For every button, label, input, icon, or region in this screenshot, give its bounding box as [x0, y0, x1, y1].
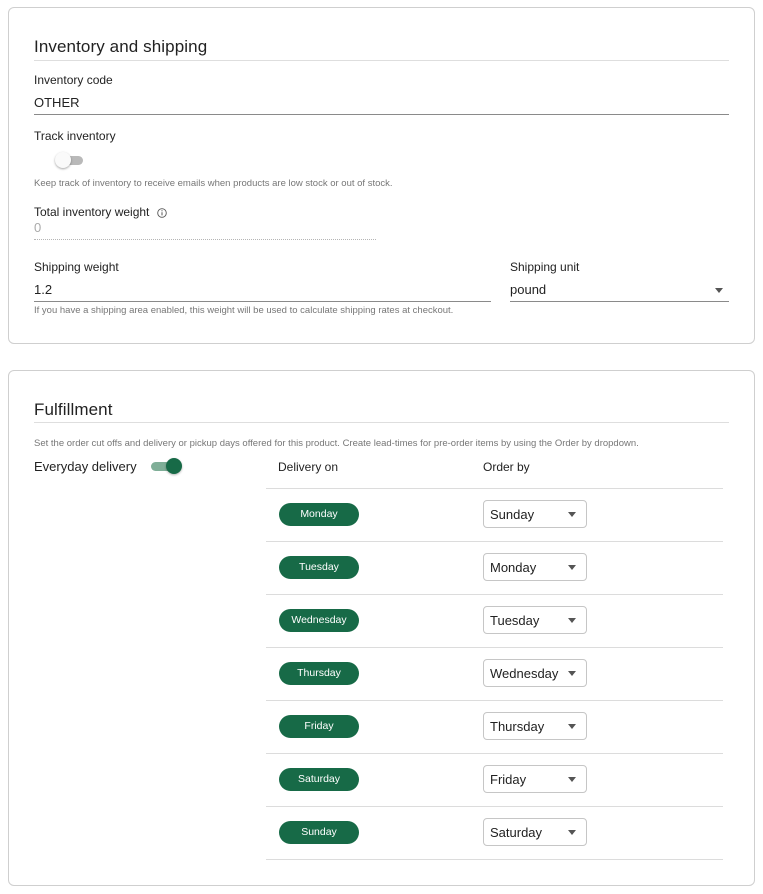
chevron-down-icon	[568, 512, 576, 517]
title-divider	[34, 60, 729, 61]
inventory-code-value: OTHER	[34, 95, 80, 110]
order-by-value: Monday	[490, 560, 537, 575]
shipping-unit-select[interactable]: pound	[510, 279, 729, 303]
order-by-select[interactable]: Saturday	[483, 818, 587, 846]
delivery-day-pill[interactable]: Saturday	[279, 768, 359, 791]
everyday-delivery-toggle[interactable]	[151, 458, 183, 474]
track-inventory-helper: Keep track of inventory to receive email…	[34, 178, 393, 189]
row-divider	[266, 541, 723, 542]
order-by-value: Tuesday	[490, 613, 540, 628]
readonly-underline	[34, 239, 376, 240]
delivery-day-pill[interactable]: Sunday	[279, 821, 359, 844]
shipping-weight-helper: If you have a shipping area enabled, thi…	[34, 305, 454, 316]
chevron-down-icon	[568, 777, 576, 782]
chevron-down-icon	[715, 288, 723, 293]
toggle-knob	[166, 458, 182, 474]
order-by-select[interactable]: Sunday	[483, 500, 587, 528]
shipping-unit-value: pound	[510, 282, 547, 297]
delivery-day-pill[interactable]: Wednesday	[279, 609, 359, 632]
shipping-unit-label: Shipping unit	[510, 260, 580, 274]
total-weight-value: 0	[34, 220, 42, 235]
card-title: Inventory and shipping	[34, 37, 208, 56]
delivery-on-header: Delivery on	[278, 460, 339, 474]
row-divider	[266, 647, 723, 648]
shipping-weight-value: 1.2	[34, 282, 53, 297]
chevron-down-icon	[568, 565, 576, 570]
delivery-day-pill[interactable]: Friday	[279, 715, 359, 738]
order-by-value: Wednesday	[490, 666, 559, 681]
inventory-code-field[interactable]: OTHER	[34, 92, 729, 116]
inventory-code-label: Inventory code	[34, 73, 113, 87]
row-divider	[266, 594, 723, 595]
order-by-select[interactable]: Wednesday	[483, 659, 587, 687]
field-underline	[510, 301, 729, 302]
chevron-down-icon	[568, 618, 576, 623]
total-weight-label: Total inventory weight	[34, 205, 150, 219]
delivery-day-pill[interactable]: Tuesday	[279, 556, 359, 579]
row-divider	[266, 806, 723, 807]
row-divider	[266, 859, 723, 860]
order-by-value: Sunday	[490, 507, 535, 522]
card-title: Fulfillment	[34, 400, 113, 419]
row-divider	[266, 753, 723, 754]
order-by-select[interactable]: Tuesday	[483, 606, 587, 634]
fulfillment-description: Set the order cut offs and delivery or p…	[34, 438, 639, 449]
chevron-down-icon	[568, 671, 576, 676]
order-by-value: Thursday	[490, 719, 545, 734]
delivery-day-pill[interactable]: Thursday	[279, 662, 359, 685]
toggle-knob	[55, 152, 71, 168]
field-underline	[34, 301, 491, 302]
shipping-weight-label: Shipping weight	[34, 260, 119, 274]
track-inventory-label: Track inventory	[34, 129, 116, 143]
fulfillment-card: Fulfillment Set the order cut offs and d…	[8, 370, 755, 886]
order-by-select[interactable]: Monday	[483, 553, 587, 581]
info-icon[interactable]	[157, 208, 167, 218]
field-underline	[34, 114, 729, 115]
everyday-delivery-label: Everyday delivery	[34, 459, 137, 474]
chevron-down-icon	[568, 724, 576, 729]
order-by-value: Friday	[490, 772, 527, 787]
shipping-weight-field[interactable]: 1.2	[34, 279, 491, 303]
order-by-header: Order by	[483, 460, 530, 474]
row-divider	[266, 700, 723, 701]
title-divider	[34, 422, 729, 423]
track-inventory-toggle[interactable]	[55, 152, 85, 168]
order-by-select[interactable]: Thursday	[483, 712, 587, 740]
order-by-value: Saturday	[490, 825, 543, 840]
delivery-day-pill[interactable]: Monday	[279, 503, 359, 526]
chevron-down-icon	[568, 830, 576, 835]
inventory-shipping-card: Inventory and shipping Inventory code OT…	[8, 7, 755, 344]
row-divider	[266, 488, 723, 489]
order-by-select[interactable]: Friday	[483, 765, 587, 793]
